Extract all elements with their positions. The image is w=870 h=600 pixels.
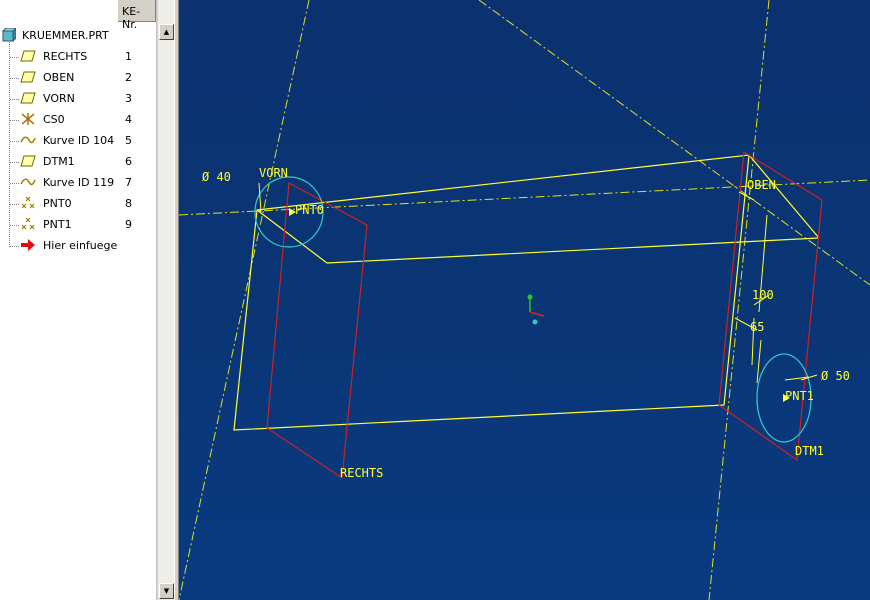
feature-number: 4: [125, 113, 132, 126]
tree-item-label: DTM1: [43, 155, 75, 168]
curve-icon: [20, 175, 36, 189]
tree-item-kurve-119[interactable]: Kurve ID 119: [0, 172, 118, 193]
point-label-pnt1: PNT1: [785, 389, 814, 403]
tree-item-oben[interactable]: OBEN: [0, 67, 118, 88]
feature-number: 7: [125, 176, 132, 189]
tree-item-label: RECHTS: [43, 50, 88, 63]
coordinate-triad: [527, 294, 545, 325]
plane-label-dtm1: DTM1: [795, 444, 824, 458]
feature-number: 8: [125, 197, 132, 210]
tree-item-label: PNT0: [43, 197, 72, 210]
feature-number: 6: [125, 155, 132, 168]
datum-plane-icon: [20, 70, 36, 84]
scroll-up-button[interactable]: ▲: [159, 24, 174, 40]
feature-number: 9: [125, 218, 132, 231]
point-label-pnt0: PNT0: [295, 203, 324, 217]
feature-number: 2: [125, 71, 132, 84]
graphics-viewport[interactable]: Ø 40 VORN PNT0 OBEN 100 65 Ø 50 PNT1 REC…: [179, 0, 870, 600]
feature-number: 5: [125, 134, 132, 147]
tree-item-insert-here[interactable]: Hier einfuegen: [0, 235, 118, 256]
feature-number-column-header[interactable]: KE-Nr.: [118, 0, 156, 31]
tree-item-pnt0[interactable]: PNT0: [0, 193, 118, 214]
datum-plane-rechts: [266, 182, 368, 480]
tree-item-label: Kurve ID 104: [43, 134, 115, 147]
tree-item-label: PNT1: [43, 218, 72, 231]
plane-label-oben: OBEN: [747, 178, 776, 192]
plane-label-rechts: RECHTS: [340, 466, 383, 480]
diameter-label-right: Ø 50: [821, 369, 850, 383]
tree-item-kurve-104[interactable]: Kurve ID 104: [0, 130, 118, 151]
tree-item-pnt1[interactable]: PNT1: [0, 214, 118, 235]
tree-item-label: OBEN: [43, 71, 75, 84]
tree-item-rechts[interactable]: RECHTS: [0, 46, 118, 67]
tree-root-label: KRUEMMER.PRT: [22, 29, 109, 42]
curve-icon: [20, 133, 36, 147]
sweep-solid-edges: [233, 154, 820, 431]
dimension-label-100: 100: [752, 288, 774, 302]
column-header-label: KE-Nr.: [122, 5, 141, 31]
scroll-down-button[interactable]: ▼: [159, 583, 174, 599]
plane-label-vorn: VORN: [259, 166, 288, 180]
tree-vertical-scrollbar[interactable]: ▲ ▼: [157, 0, 174, 600]
tree-root-part[interactable]: KRUEMMER.PRT: [0, 25, 118, 46]
datum-point-icon: [20, 217, 36, 231]
insert-here-arrow-icon: [20, 238, 36, 252]
tree-item-vorn[interactable]: VORN: [0, 88, 118, 109]
tree-item-label: VORN: [43, 92, 75, 105]
datum-plane-icon: [20, 91, 36, 105]
part-icon: [1, 26, 18, 43]
feature-number-column: KE-Nr. 1 2 3 4 5 6 7 8 9: [118, 0, 157, 600]
tree-item-label: Kurve ID 119: [43, 176, 115, 189]
model-tree-header: [0, 0, 118, 23]
datum-plane-icon: [20, 49, 36, 63]
feature-number: 3: [125, 92, 132, 105]
dimension-label-65: 65: [750, 320, 764, 334]
diameter-label-left: Ø 40: [202, 170, 231, 184]
datum-point-icon: [20, 196, 36, 210]
tree-item-label: Hier einfuegen: [43, 239, 119, 252]
model-drawing: Ø 40 VORN PNT0 OBEN 100 65 Ø 50 PNT1 REC…: [179, 0, 870, 600]
feature-number: 1: [125, 50, 132, 63]
tree-item-cs0[interactable]: CS0: [0, 109, 118, 130]
datum-axis-left: [179, 0, 310, 600]
tree-item-dtm1[interactable]: DTM1: [0, 151, 118, 172]
tree-item-label: CS0: [43, 113, 65, 126]
coordinate-system-icon: [20, 112, 36, 126]
model-tree-panel: KRUEMMER.PRT RECHTS OBEN VORN CS0 Kurve …: [0, 0, 119, 600]
datum-axis-diagonal: [478, 0, 870, 286]
datum-plane-icon: [20, 154, 36, 168]
